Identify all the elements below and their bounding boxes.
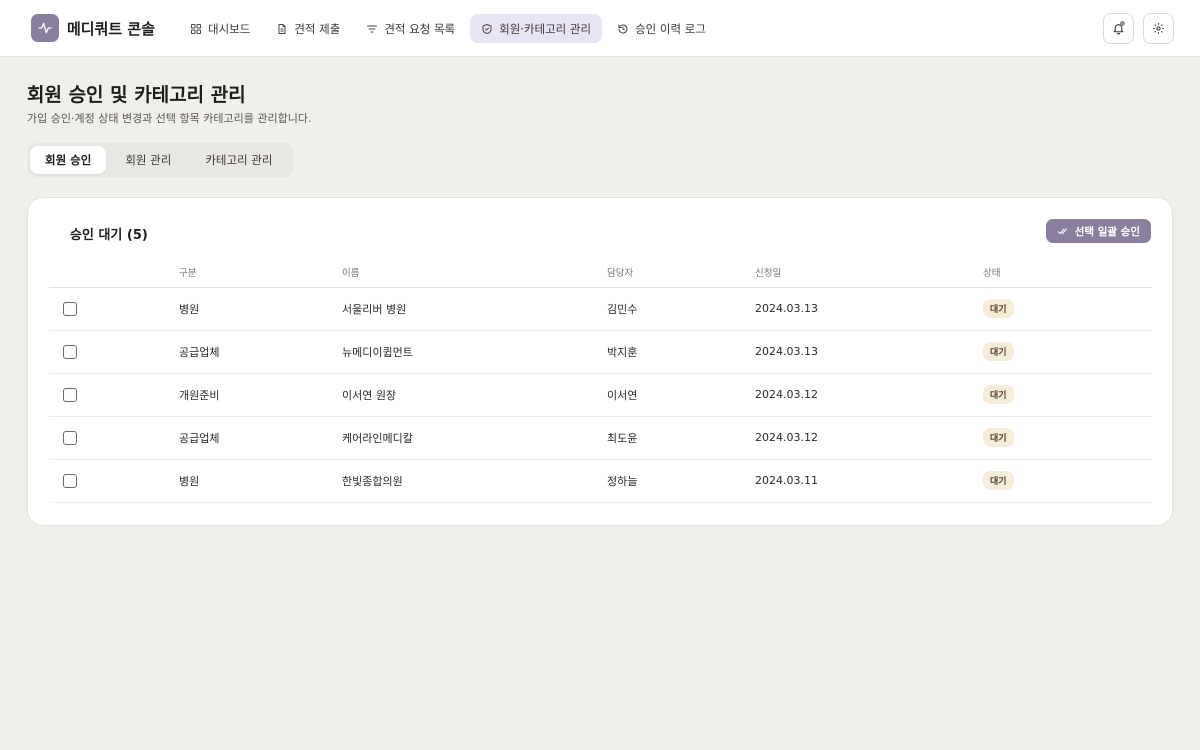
pulse-icon [31, 14, 59, 42]
tab-category-management[interactable]: 카테고리 관리 [190, 146, 287, 174]
nav-label: 견적 요청 목록 [384, 21, 456, 36]
nav-item-quote-requests[interactable]: 견적 요청 목록 [355, 14, 466, 43]
nav-item-dashboard[interactable]: 대시보드 [179, 14, 261, 43]
card-title: 승인 대기 (5) [70, 228, 148, 243]
table-row[interactable]: 병원 한빛종합의원 정하늘 2024.03.11 대기 [49, 459, 1152, 503]
cell-date: 2024.03.13 [755, 287, 983, 331]
nav-item-quote-submit[interactable]: 견적 제출 [265, 14, 351, 43]
brand-name: 메디쿼트 콘솔 [67, 19, 156, 38]
notification-button[interactable] [1103, 13, 1134, 44]
history-icon [618, 24, 628, 33]
header-type: 구분 [179, 258, 342, 288]
shield-icon [482, 23, 492, 34]
nav-label: 견적 제출 [294, 21, 341, 36]
cell-name: 한빛종합의원 [342, 459, 607, 503]
cell-manager: 최도윤 [607, 416, 755, 460]
table-row[interactable]: 병원 서울리버 병원 김민수 2024.03.13 대기 [49, 287, 1152, 331]
nav-label: 승인 이력 로그 [635, 21, 706, 36]
status-badge: 대기 [983, 471, 1014, 490]
table-header-row: 구분 이름 담당자 신청일 상태 [49, 258, 1152, 288]
cell-date: 2024.03.11 [755, 459, 983, 503]
row-checkbox[interactable] [63, 430, 77, 445]
header-name: 이름 [342, 258, 607, 288]
nav-item-approval-log[interactable]: 승인 이력 로그 [606, 14, 717, 43]
tab-bar: 회원 승인 회원 관리 카테고리 관리 [27, 143, 295, 177]
file-icon [278, 23, 286, 34]
table-row[interactable]: 공급업체 뉴메디이큅먼트 박지훈 2024.03.13 대기 [49, 330, 1152, 374]
grid-icon [191, 23, 201, 34]
tab-member-management[interactable]: 회원 관리 [110, 146, 186, 174]
header-manager: 담당자 [607, 258, 755, 288]
cell-type: 공급업체 [179, 330, 342, 374]
header-select [49, 258, 179, 288]
cell-type: 병원 [179, 287, 342, 331]
page-subtitle: 가입 승인·계정 상태 변경과 선택 항목 카테고리를 관리합니다. [27, 112, 312, 125]
row-checkbox[interactable] [63, 473, 77, 488]
pending-approval-table: 구분 이름 담당자 신청일 상태 병원 서울리버 병원 김민수 2024.03.… [49, 258, 1152, 503]
page-title: 회원 승인 및 카테고리 관리 [27, 84, 246, 106]
status-badge: 대기 [983, 428, 1014, 447]
double-check-icon [1057, 228, 1067, 234]
status-badge: 대기 [983, 342, 1014, 361]
main-nav: 대시보드 견적 제출 견적 요청 목록 회원·카테고리 관리 승인 이력 로그 [179, 14, 721, 43]
filter-icon [367, 25, 378, 32]
cell-name: 이서연 원장 [342, 373, 607, 417]
pending-approval-card: 승인 대기 (5) 선택 일괄 승인 구분 이름 담당자 신청일 상태 병원 서… [27, 197, 1173, 526]
cell-name: 케어라인메디칼 [342, 416, 607, 460]
row-checkbox[interactable] [63, 387, 77, 402]
top-navigation-bar: 메디쿼트 콘솔 대시보드 견적 제출 견적 요청 목록 회원·카테고리 관리 승… [0, 0, 1200, 57]
settings-button[interactable] [1143, 13, 1174, 44]
brand[interactable]: 메디쿼트 콘솔 [31, 14, 155, 42]
cell-name: 서울리버 병원 [342, 287, 607, 331]
cell-manager: 김민수 [607, 287, 755, 331]
header-status: 상태 [983, 258, 1152, 288]
table-row[interactable]: 공급업체 케어라인메디칼 최도윤 2024.03.12 대기 [49, 416, 1152, 460]
nav-item-member-category[interactable]: 회원·카테고리 관리 [470, 14, 603, 43]
status-badge: 대기 [983, 299, 1014, 318]
table-row[interactable]: 개원준비 이서연 원장 이서연 2024.03.12 대기 [49, 373, 1152, 417]
cell-type: 개원준비 [179, 373, 342, 417]
cell-date: 2024.03.12 [755, 373, 983, 417]
cell-manager: 이서연 [607, 373, 755, 417]
cell-date: 2024.03.12 [755, 416, 983, 460]
notification-dot [1120, 21, 1125, 26]
cell-type: 병원 [179, 459, 342, 503]
cell-manager: 박지훈 [607, 330, 755, 374]
tab-member-approval[interactable]: 회원 승인 [30, 146, 107, 174]
bulk-approve-label: 선택 일괄 승인 [1074, 225, 1140, 238]
cell-name: 뉴메디이큅먼트 [342, 330, 607, 374]
nav-label: 대시보드 [208, 21, 251, 36]
cell-type: 공급업체 [179, 416, 342, 460]
row-checkbox[interactable] [63, 344, 77, 359]
status-badge: 대기 [983, 385, 1014, 404]
bulk-approve-button[interactable]: 선택 일괄 승인 [1045, 219, 1151, 243]
header-date: 신청일 [755, 258, 983, 288]
row-checkbox[interactable] [63, 301, 77, 316]
cell-manager: 정하늘 [607, 459, 755, 503]
nav-label: 회원·카테고리 관리 [499, 21, 592, 36]
gear-icon [1153, 23, 1164, 34]
cell-date: 2024.03.13 [755, 330, 983, 374]
